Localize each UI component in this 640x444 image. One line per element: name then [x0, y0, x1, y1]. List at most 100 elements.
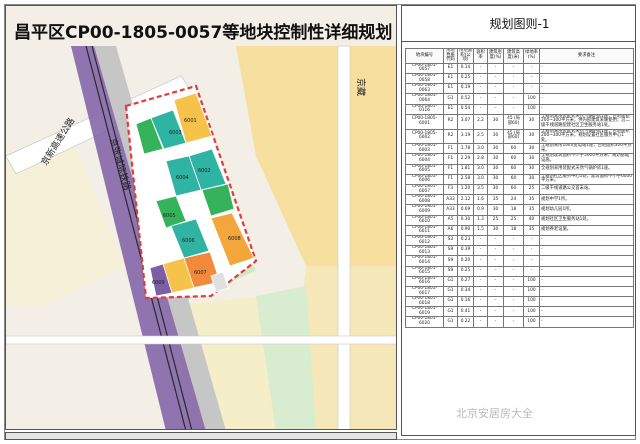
table-row: CP00-1805-6012 S3 0.23- - - - -: [405, 234, 634, 247]
map-title: 昌平区CP00-1805-0057等地块控制性详细规划: [14, 23, 393, 43]
table-cell: -: [503, 83, 524, 95]
table-cell: 24: [503, 194, 524, 206]
table-cell: 0.22: [457, 316, 474, 328]
parcel-id-cell: CP00-1805-0064: [405, 93, 444, 105]
table-cell: E1: [443, 83, 458, 95]
table-cell: 100: [523, 93, 540, 105]
table-cell: A33: [443, 194, 458, 206]
parcel-label-6006: 6006: [182, 238, 195, 244]
table-cell: 30: [487, 143, 504, 155]
remark-cell: -: [539, 72, 634, 85]
table-cell: -: [503, 234, 524, 247]
remark-cell: -: [539, 296, 634, 308]
control-table: 地块编号 用地性质代码 用地面积(公顷) 容积率 建筑密度(%) 建筑高度(米) 绿地率(%…: [405, 48, 634, 328]
table-cell: -: [487, 285, 504, 298]
table-cell: -: [473, 306, 488, 318]
table-cell: 0.90: [457, 224, 474, 236]
beijing-tibet-label: 京藏: [355, 78, 367, 96]
table-cell: 3.0: [473, 163, 488, 175]
parcel-id-cell: CP00-1805-6018: [405, 296, 444, 308]
table-cell: -: [503, 103, 524, 115]
table-cell: 0.20: [457, 255, 474, 267]
table-cell: -: [523, 245, 540, 257]
parcel-id-cell: CP00-1805-6007: [405, 184, 444, 196]
table-row: CP00-1805-0064 G1 0.52- - -100-: [405, 93, 634, 105]
table-cell: 30: [487, 163, 504, 175]
remark-cell: 规划社区卫生服务站1处。: [539, 214, 634, 226]
table-cell: 30: [523, 128, 540, 145]
table-cell: 25: [487, 214, 504, 226]
table-cell: -: [503, 316, 524, 328]
parcel-label-6002: 6002: [198, 168, 211, 174]
table-row: CP00-1805-6016 G1 0.27- - -100-: [405, 275, 634, 287]
table-cell: F3: [443, 184, 458, 196]
remark-cell: 全规划采用10kV变电站1座，占地面积300平方米。: [539, 143, 634, 155]
table-cell: 100: [523, 103, 540, 115]
parcel-label-6007: 6007: [194, 270, 207, 276]
table-cell: 30: [487, 224, 504, 236]
table-row: CP00-1805-6001 R2 3.07 2.2 30 45 (局部60) 30 全规划采…: [405, 113, 634, 130]
table-cell: 45 (局部60): [503, 113, 524, 130]
table-cell: -: [473, 234, 488, 247]
table-cell: 35: [523, 194, 540, 206]
table-header-row: 地块编号 用地性质代码 用地面积(公顷) 容积率 建筑密度(%) 建筑高度(米) 绿地率(%…: [405, 48, 634, 64]
table-cell: -: [487, 275, 504, 287]
table-cell: 0.52: [457, 93, 474, 105]
table-cell: -: [503, 296, 524, 308]
parcel-id-cell: CP00-1805-6008: [405, 194, 444, 206]
table-cell: 1.6: [473, 194, 488, 206]
remark-cell: 规划养老设施。: [539, 224, 634, 236]
table-cell: 30: [523, 143, 540, 155]
table-cell: 3.0: [473, 143, 488, 155]
sheet-title: 规划图则-1: [402, 6, 635, 42]
parcel-id-cell: CP00-1805-6004: [405, 153, 444, 165]
table-cell: 60: [503, 173, 524, 186]
table-cell: 1.20: [457, 184, 474, 196]
table-cell: S9: [443, 245, 458, 257]
table-cell: 30: [487, 173, 504, 186]
table-cell: 100: [523, 306, 540, 318]
table-header-cell: 绿地率(%): [523, 48, 540, 64]
table-row: CP00-1805-6020 G1 0.22- - -100-: [405, 316, 634, 328]
table-cell: G1: [443, 316, 458, 328]
table-cell: 2.8: [473, 153, 488, 165]
table-cell: 0.69: [457, 204, 474, 216]
table-cell: 45 (局部60): [503, 128, 524, 145]
table-row: CP00-1805-6006 F1 2.58 3.0 30 60 30 全规划社区服务中心1处…: [405, 173, 634, 186]
table-cell: -: [487, 265, 504, 277]
table-cell: G1: [443, 296, 458, 308]
table-cell: R2: [443, 113, 458, 130]
table-cell: -: [487, 62, 504, 74]
remark-cell: 全规划采用装配式天然气锅炉房1座。: [539, 163, 634, 175]
table-cell: 25: [503, 214, 524, 226]
remark-cell: -: [539, 62, 634, 74]
table-cell: -: [487, 306, 504, 318]
remark-cell: -: [539, 275, 634, 287]
table-cell: -: [473, 275, 488, 287]
parcel-id-cell: CP00-1805-6002: [405, 128, 444, 145]
table-row: CP00-1805-6017 G1 0.34- - -100-: [405, 285, 634, 298]
table-row: CP00-1805-6005 F1 1.81 3.0 30 60 30 全规划采用装配式天然气…: [405, 163, 634, 175]
table-row: CP00-1805-6008 A33 2.12 1.6 35 24 35 规划中学1所。: [405, 194, 634, 206]
table-header-cell: 地块编号: [405, 48, 444, 64]
table-cell: G1: [443, 285, 458, 298]
remark-cell: -: [539, 265, 634, 277]
table-cell: 35: [523, 224, 540, 236]
table-cell: 100: [523, 285, 540, 298]
table-row: CP00-1805-6004 F1 2.29 2.8 30 60 30 全规划建筑面积不少于5…: [405, 153, 634, 165]
table-header-cell: 建筑高度(米): [503, 48, 524, 64]
parcel-id-cell: CP00-1805-6003: [405, 143, 444, 155]
table-cell: 60: [503, 143, 524, 155]
table-cell: 3.07: [457, 113, 474, 130]
table-cell: -: [487, 83, 504, 95]
table-cell: 2.58: [457, 173, 474, 186]
table-cell: -: [487, 103, 504, 115]
table-cell: 30: [523, 113, 540, 130]
table-row: CP00-1805-6015 S9 0.25- - - - -: [405, 265, 634, 277]
table-cell: 0.41: [457, 306, 474, 318]
table-cell: F1: [443, 163, 458, 175]
table-cell: 3.0: [473, 173, 488, 186]
parcel-id-cell: CP00-1805-6009: [405, 204, 444, 216]
table-cell: -: [503, 285, 524, 298]
table-cell: 0.9: [473, 204, 488, 216]
